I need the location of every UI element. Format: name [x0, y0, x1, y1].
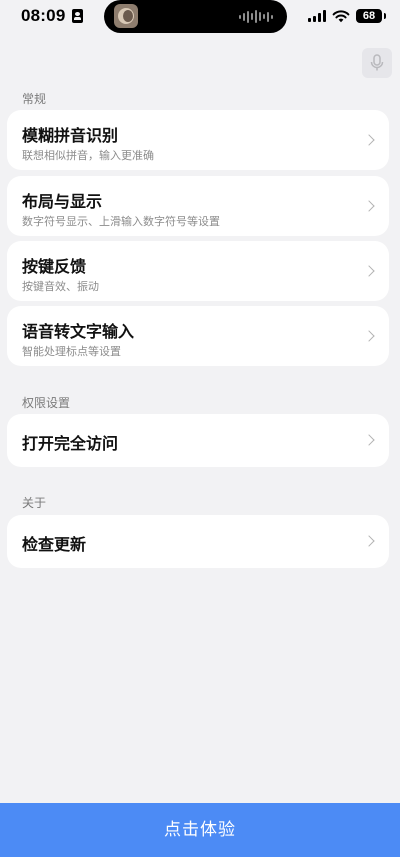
signal-icon [308, 10, 326, 22]
chevron-right-icon [363, 200, 375, 212]
microphone-icon [370, 54, 384, 71]
setting-subtitle: 智能处理标点等设置 [22, 346, 121, 358]
setting-subtitle: 数字符号显示、上滑输入数字符号等设置 [22, 216, 220, 228]
setting-title: 按键反馈 [22, 259, 87, 276]
setting-fuzzy-pinyin[interactable]: 模糊拼音识别 联想相似拼音，输入更准确 [7, 110, 389, 170]
chevron-right-icon [363, 265, 375, 277]
section-header-permissions: 权限设置 [22, 396, 71, 410]
battery-icon: 68 [356, 9, 386, 23]
setting-title: 语音转文字输入 [22, 324, 135, 341]
chevron-right-icon [363, 330, 375, 342]
setting-key-feedback[interactable]: 按键反馈 按键音效、振动 [7, 241, 389, 301]
id-card-icon [72, 9, 83, 23]
setting-title: 布局与显示 [22, 194, 103, 211]
setting-subtitle: 按键音效、振动 [22, 281, 99, 293]
chevron-right-icon [363, 535, 375, 547]
microphone-key[interactable] [362, 48, 392, 78]
status-bar: 08:09 68 [0, 0, 400, 34]
section-header-general: 常规 [22, 92, 47, 106]
setting-voice-to-text[interactable]: 语音转文字输入 智能处理标点等设置 [7, 306, 389, 366]
voice-wave-icon [239, 10, 273, 23]
setting-title: 检查更新 [22, 537, 87, 554]
section-header-about: 关于 [22, 496, 47, 510]
wifi-icon [332, 10, 350, 23]
setting-title: 模糊拼音识别 [22, 128, 119, 145]
status-indicators: 68 [308, 8, 386, 24]
status-time: 08:09 [21, 6, 66, 25]
chevron-right-icon [363, 134, 375, 146]
now-playing-artwork [114, 4, 138, 28]
setting-full-access[interactable]: 打开完全访问 [7, 414, 389, 467]
setting-layout-display[interactable]: 布局与显示 数字符号显示、上滑输入数字符号等设置 [7, 176, 389, 236]
setting-title: 打开完全访问 [22, 436, 119, 453]
chevron-right-icon [363, 434, 375, 446]
setting-check-update[interactable]: 检查更新 [7, 515, 389, 568]
dynamic-island[interactable] [104, 0, 287, 33]
setting-subtitle: 联想相似拼音，输入更准确 [22, 150, 154, 162]
try-it-button[interactable]: 点击体验 [0, 803, 400, 857]
